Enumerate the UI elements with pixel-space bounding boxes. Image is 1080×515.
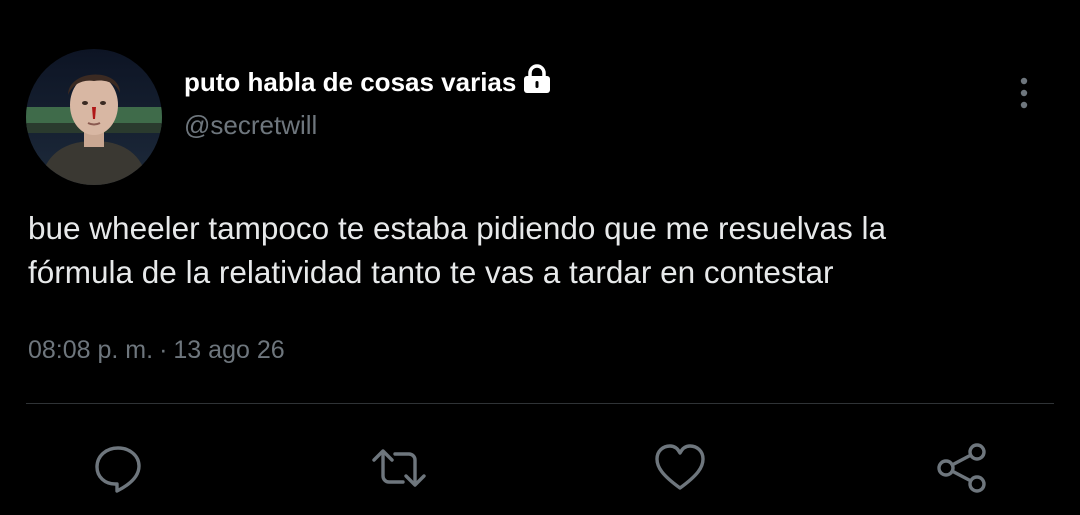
tweet-timestamp: 08:08 p. m. · 13 ago 26	[28, 336, 285, 365]
tweet-text-line: fórmula de la relatividad tanto te vas a…	[28, 254, 834, 290]
heart-icon	[655, 444, 705, 490]
avatar-image	[26, 49, 162, 185]
reply-icon	[95, 446, 141, 493]
divider	[26, 403, 1054, 404]
retweet-button[interactable]	[371, 440, 427, 496]
tweet-date[interactable]: 13 ago 26	[173, 336, 284, 364]
retweet-icon	[372, 449, 426, 487]
user-handle[interactable]: @secretwill	[184, 110, 317, 141]
display-name-row: puto habla de cosas varias	[184, 64, 552, 100]
tweet-text: bue wheeler tampoco te estaba pidiendo q…	[28, 206, 1068, 294]
meta-separator: ·	[159, 336, 168, 364]
tweet-time[interactable]: 08:08 p. m.	[28, 336, 153, 364]
more-vertical-icon[interactable]	[1008, 74, 1040, 114]
lock-icon	[522, 64, 552, 94]
display-name[interactable]: puto habla de cosas varias	[184, 67, 516, 98]
share-icon	[937, 443, 986, 493]
reply-button[interactable]	[90, 440, 146, 496]
avatar[interactable]	[26, 49, 162, 185]
like-button[interactable]	[652, 440, 708, 496]
tweet-text-line: bue wheeler tampoco te estaba pidiendo q…	[28, 210, 887, 246]
share-button[interactable]	[934, 440, 990, 496]
